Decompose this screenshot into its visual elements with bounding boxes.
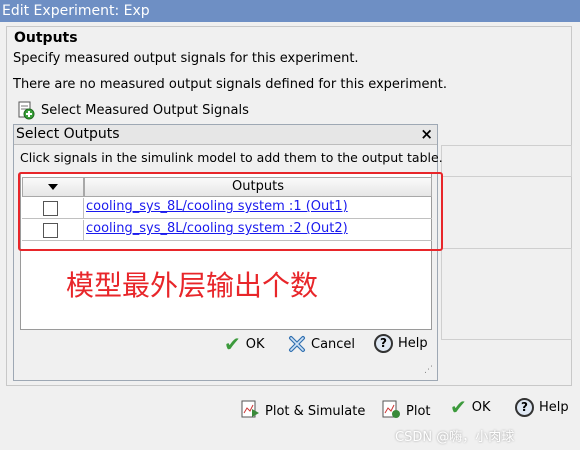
plot-label: Plot xyxy=(406,403,431,419)
annotation-text: 模型最外层输出个数 xyxy=(66,269,319,302)
outputs-description: Specify measured output signals for this… xyxy=(13,51,359,66)
dialog-title: Select Outputs xyxy=(16,126,120,142)
check-icon: ✔ xyxy=(450,395,467,419)
ok-label: OK xyxy=(245,336,265,352)
ok-label: OK xyxy=(471,399,491,415)
select-measured-output-signals-button[interactable]: Select Measured Output Signals xyxy=(15,98,249,122)
cancel-label: Cancel xyxy=(311,336,356,352)
dialog-instruction: Click signals in the simulink model to a… xyxy=(20,150,443,165)
help-label: Help xyxy=(539,400,569,415)
plot-icon xyxy=(381,399,401,423)
plot-simulate-icon xyxy=(240,399,260,423)
resize-grip-icon[interactable]: ⋰ xyxy=(424,365,433,375)
dialog-help-button[interactable]: ? Help xyxy=(374,334,428,353)
outputs-status: There are no measured output signals def… xyxy=(13,77,448,92)
background-panel xyxy=(441,248,572,340)
select-signals-icon xyxy=(15,100,35,120)
background-panel xyxy=(441,145,572,177)
select-signals-label: Select Measured Output Signals xyxy=(41,102,249,118)
close-icon[interactable]: × xyxy=(420,125,433,144)
dialog-ok-button[interactable]: ✔ OK xyxy=(224,332,265,356)
annotation-highlight-box xyxy=(18,172,443,251)
cancel-x-icon xyxy=(288,335,306,353)
plot-button[interactable]: Plot xyxy=(381,399,431,423)
window-title-bar[interactable]: Edit Experiment: Exp xyxy=(0,0,580,22)
window-title: Edit Experiment: Exp xyxy=(2,3,150,19)
check-icon: ✔ xyxy=(224,332,241,356)
dialog-title-bar[interactable]: Select Outputs × xyxy=(14,125,437,145)
help-icon: ? xyxy=(374,334,393,353)
help-icon: ? xyxy=(515,398,534,417)
dialog-cancel-button[interactable]: Cancel xyxy=(288,335,355,353)
outputs-section-title: Outputs xyxy=(14,30,78,46)
main-ok-button[interactable]: ✔ OK xyxy=(450,395,491,419)
plot-simulate-label: Plot & Simulate xyxy=(265,403,366,419)
help-label: Help xyxy=(398,336,428,351)
select-outputs-dialog: Select Outputs × Click signals in the si… xyxy=(13,124,443,381)
watermark: CSDN @嗨，小肉球 xyxy=(395,430,515,445)
plot-simulate-button[interactable]: Plot & Simulate xyxy=(240,399,365,423)
main-help-button[interactable]: ? Help xyxy=(515,398,569,417)
